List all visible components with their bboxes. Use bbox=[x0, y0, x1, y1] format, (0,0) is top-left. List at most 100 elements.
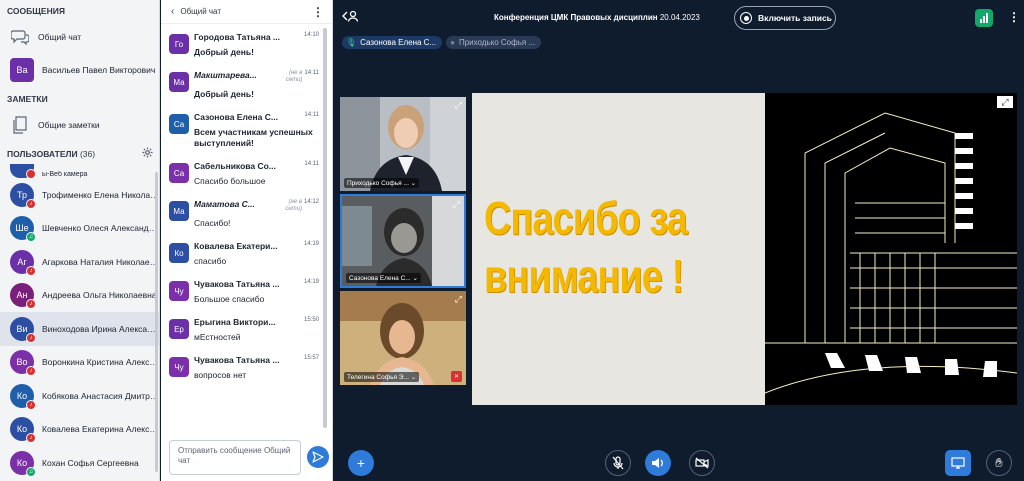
actions-button[interactable]: + bbox=[348, 450, 374, 476]
avatar: Са bbox=[169, 114, 189, 134]
message-text: Добрый день! bbox=[194, 89, 254, 99]
expand-icon[interactable]: ⤢ bbox=[455, 294, 462, 305]
status-badge: ♪ bbox=[26, 399, 36, 410]
avatar: Ва bbox=[10, 58, 34, 82]
talking-indicators: 🎙︎ Сазонова Елена С... ● Приходько Софья .… bbox=[342, 36, 542, 49]
notes-icon bbox=[10, 115, 30, 135]
send-button[interactable] bbox=[307, 446, 329, 468]
message-text: Добрый день! bbox=[194, 47, 254, 57]
message-time: 14:12 bbox=[303, 199, 319, 205]
message-text: Всем участникам успешных выступлений! bbox=[194, 127, 313, 148]
webcam-label: Приходько Софья ... ⌄ bbox=[344, 178, 420, 188]
connection-status-icon[interactable] bbox=[975, 9, 993, 27]
users-section-title: ПОЛЬЗОВАТЕЛИ bbox=[7, 149, 78, 159]
message-input[interactable]: Отправить сообщение Общий чат bbox=[169, 440, 301, 475]
list-item[interactable]: Ко♪ Кобякова Анастасия Дмитриевна bbox=[0, 379, 159, 413]
talking-chip[interactable]: 🎙︎ Сазонова Елена С... bbox=[342, 36, 443, 49]
avatar: Ко ♪ bbox=[10, 383, 36, 410]
avatar: Чу bbox=[169, 281, 189, 301]
offline-label: (не в сети) bbox=[285, 70, 303, 83]
status-badge: ♪ bbox=[26, 366, 36, 377]
webcam-video bbox=[340, 97, 466, 191]
users-section-header: ПОЛЬЗОВАТЕЛИ (36) bbox=[0, 144, 159, 164]
raise-hand-button[interactable]: ✋︎ bbox=[986, 450, 1012, 476]
scrollbar[interactable] bbox=[155, 172, 158, 472]
sidebar-item-label: Васильев Павел Викторович bbox=[42, 65, 156, 75]
user-name: Шевченко Олеся Александровна bbox=[42, 223, 159, 234]
list-item[interactable]: ы-Веб камера bbox=[0, 164, 159, 178]
sidebar-item-shared-notes[interactable]: Общие заметки bbox=[0, 110, 159, 140]
audio-button[interactable] bbox=[645, 450, 671, 476]
chat-message: Са Сазонова Елена С... 14:11 Всем участника… bbox=[161, 112, 321, 149]
list-item[interactable]: Тр ♪ Трофименко Елена Николаевна bbox=[0, 178, 159, 212]
hand-icon: ✋︎ bbox=[995, 455, 1003, 470]
list-item[interactable]: Аг ♪ Агаркова Наталия Николаевна bbox=[0, 245, 159, 279]
presentation-toggle-button[interactable] bbox=[945, 450, 971, 476]
webcam-tile[interactable]: ⤢ Телегина Софья Э... ⌄ ✕ bbox=[340, 291, 466, 385]
webcam-tile[interactable]: ⤢ Приходько Софья ... ⌄ bbox=[340, 97, 466, 191]
scrollbar[interactable] bbox=[323, 28, 327, 428]
microphone-icon: ● bbox=[450, 38, 455, 47]
message-time: 14:19 bbox=[303, 279, 319, 285]
chat-panel: ‹ Общий чат ⋮ Го Городова Татьяна ... 14:1… bbox=[161, 0, 333, 481]
message-text: вопросов нет bbox=[194, 370, 247, 380]
list-item[interactable]: Ко♪ Ковалева Екатерина Александровна bbox=[0, 413, 159, 447]
building-illustration bbox=[765, 93, 1017, 405]
message-text: мЕстностей bbox=[194, 332, 241, 342]
chat-title: Общий чат bbox=[180, 7, 221, 16]
user-name: Ковалева Екатерина Александровна bbox=[42, 424, 159, 435]
camera-off-icon bbox=[695, 457, 709, 469]
avatar: Са bbox=[169, 163, 189, 183]
webcam-tile[interactable]: ⤢ Сазонова Елена С... ⌄ bbox=[340, 194, 466, 288]
more-vertical-icon[interactable]: ⋮ bbox=[312, 5, 324, 19]
message-text: Спасибо! bbox=[194, 218, 231, 228]
sidebar-item-private-chat[interactable]: Ва Васильев Павел Викторович bbox=[0, 52, 159, 88]
sidebar-item-general-chat[interactable]: Общий чат bbox=[0, 22, 159, 52]
talking-chip[interactable]: ● Приходько Софья ... bbox=[446, 36, 542, 49]
chevron-left-icon[interactable]: ‹ bbox=[171, 6, 174, 17]
expand-icon[interactable]: ⤢ bbox=[453, 199, 460, 210]
list-item[interactable]: Ан ♪ Андреева Ольга Николаевна bbox=[0, 279, 159, 313]
offline-label: (не в сети) bbox=[285, 199, 302, 212]
presentation-icon bbox=[951, 457, 965, 469]
gear-icon[interactable] bbox=[142, 147, 153, 161]
record-label: Включить запись bbox=[758, 13, 832, 23]
meeting-title: Конференция ЦМК Правовых дисциплин 20.04… bbox=[494, 13, 700, 22]
status-badge: ♫ bbox=[26, 232, 36, 243]
list-item[interactable]: Ви♪ Виноходова Ирина Александровна bbox=[0, 312, 159, 346]
avatar: Во ♪ bbox=[10, 350, 36, 377]
list-item[interactable]: Во♪ Воронкина Кристина Александровна bbox=[0, 346, 159, 380]
presentation-slide: Спасибо за внимание ! ⤢ bbox=[472, 93, 1017, 405]
message-time: 14:11 bbox=[304, 112, 319, 118]
status-badge: ♪ bbox=[26, 198, 36, 209]
microphone-icon: 🎙︎ bbox=[346, 38, 357, 47]
speaker-icon bbox=[652, 458, 663, 468]
user-name: Воронкина Кристина Александровна bbox=[42, 357, 159, 368]
chat-message: Са Сабельникова Со... 14:11 Спасибо большое bbox=[161, 161, 321, 187]
bottom-toolbar: + ✋︎ bbox=[334, 445, 1024, 481]
webcam-button[interactable] bbox=[689, 450, 715, 476]
meeting-date: 20.04.2023 bbox=[659, 13, 700, 22]
user-name: Агаркова Наталия Николаевна bbox=[42, 256, 159, 267]
list-item[interactable]: Ко ♫ Кохан Софья Сергеевна bbox=[0, 446, 159, 480]
webcam-label: Сазонова Елена С... ⌄ bbox=[346, 273, 421, 283]
avatar: Ко ♪ bbox=[10, 417, 36, 444]
user-list-toggle-icon[interactable] bbox=[342, 10, 359, 25]
mute-microphone-button[interactable] bbox=[605, 450, 631, 476]
list-item[interactable]: Ше♫ Шевченко Олеся Александровна bbox=[0, 212, 159, 246]
notes-section-title: ЗАМЕТКИ bbox=[7, 94, 48, 104]
avatar: Аг ♪ bbox=[10, 249, 36, 276]
status-badge: ♫ bbox=[26, 466, 36, 477]
plus-icon: + bbox=[356, 455, 366, 471]
fullscreen-button[interactable]: ⤢ bbox=[997, 96, 1013, 108]
user-list: Тр ♪ Трофименко Елена Николаевна Ше ♫ Шевченк… bbox=[0, 178, 159, 480]
message-text: Большое спасибо bbox=[194, 294, 265, 304]
more-vertical-icon[interactable]: ⋮ bbox=[1008, 10, 1020, 24]
message-author: Ковалева Екатери... bbox=[194, 241, 278, 251]
messages-section-title: СООБЩЕНИЯ bbox=[7, 6, 65, 16]
expand-icon[interactable]: ⤢ bbox=[455, 100, 462, 111]
record-button[interactable]: Включить запись bbox=[734, 6, 836, 30]
chat-message: Чу Чувакова Татьяна ... 15:57 вопросов нет bbox=[161, 355, 321, 381]
avatar: Тр ♪ bbox=[10, 182, 36, 209]
avatar: Ви ♪ bbox=[10, 316, 36, 343]
